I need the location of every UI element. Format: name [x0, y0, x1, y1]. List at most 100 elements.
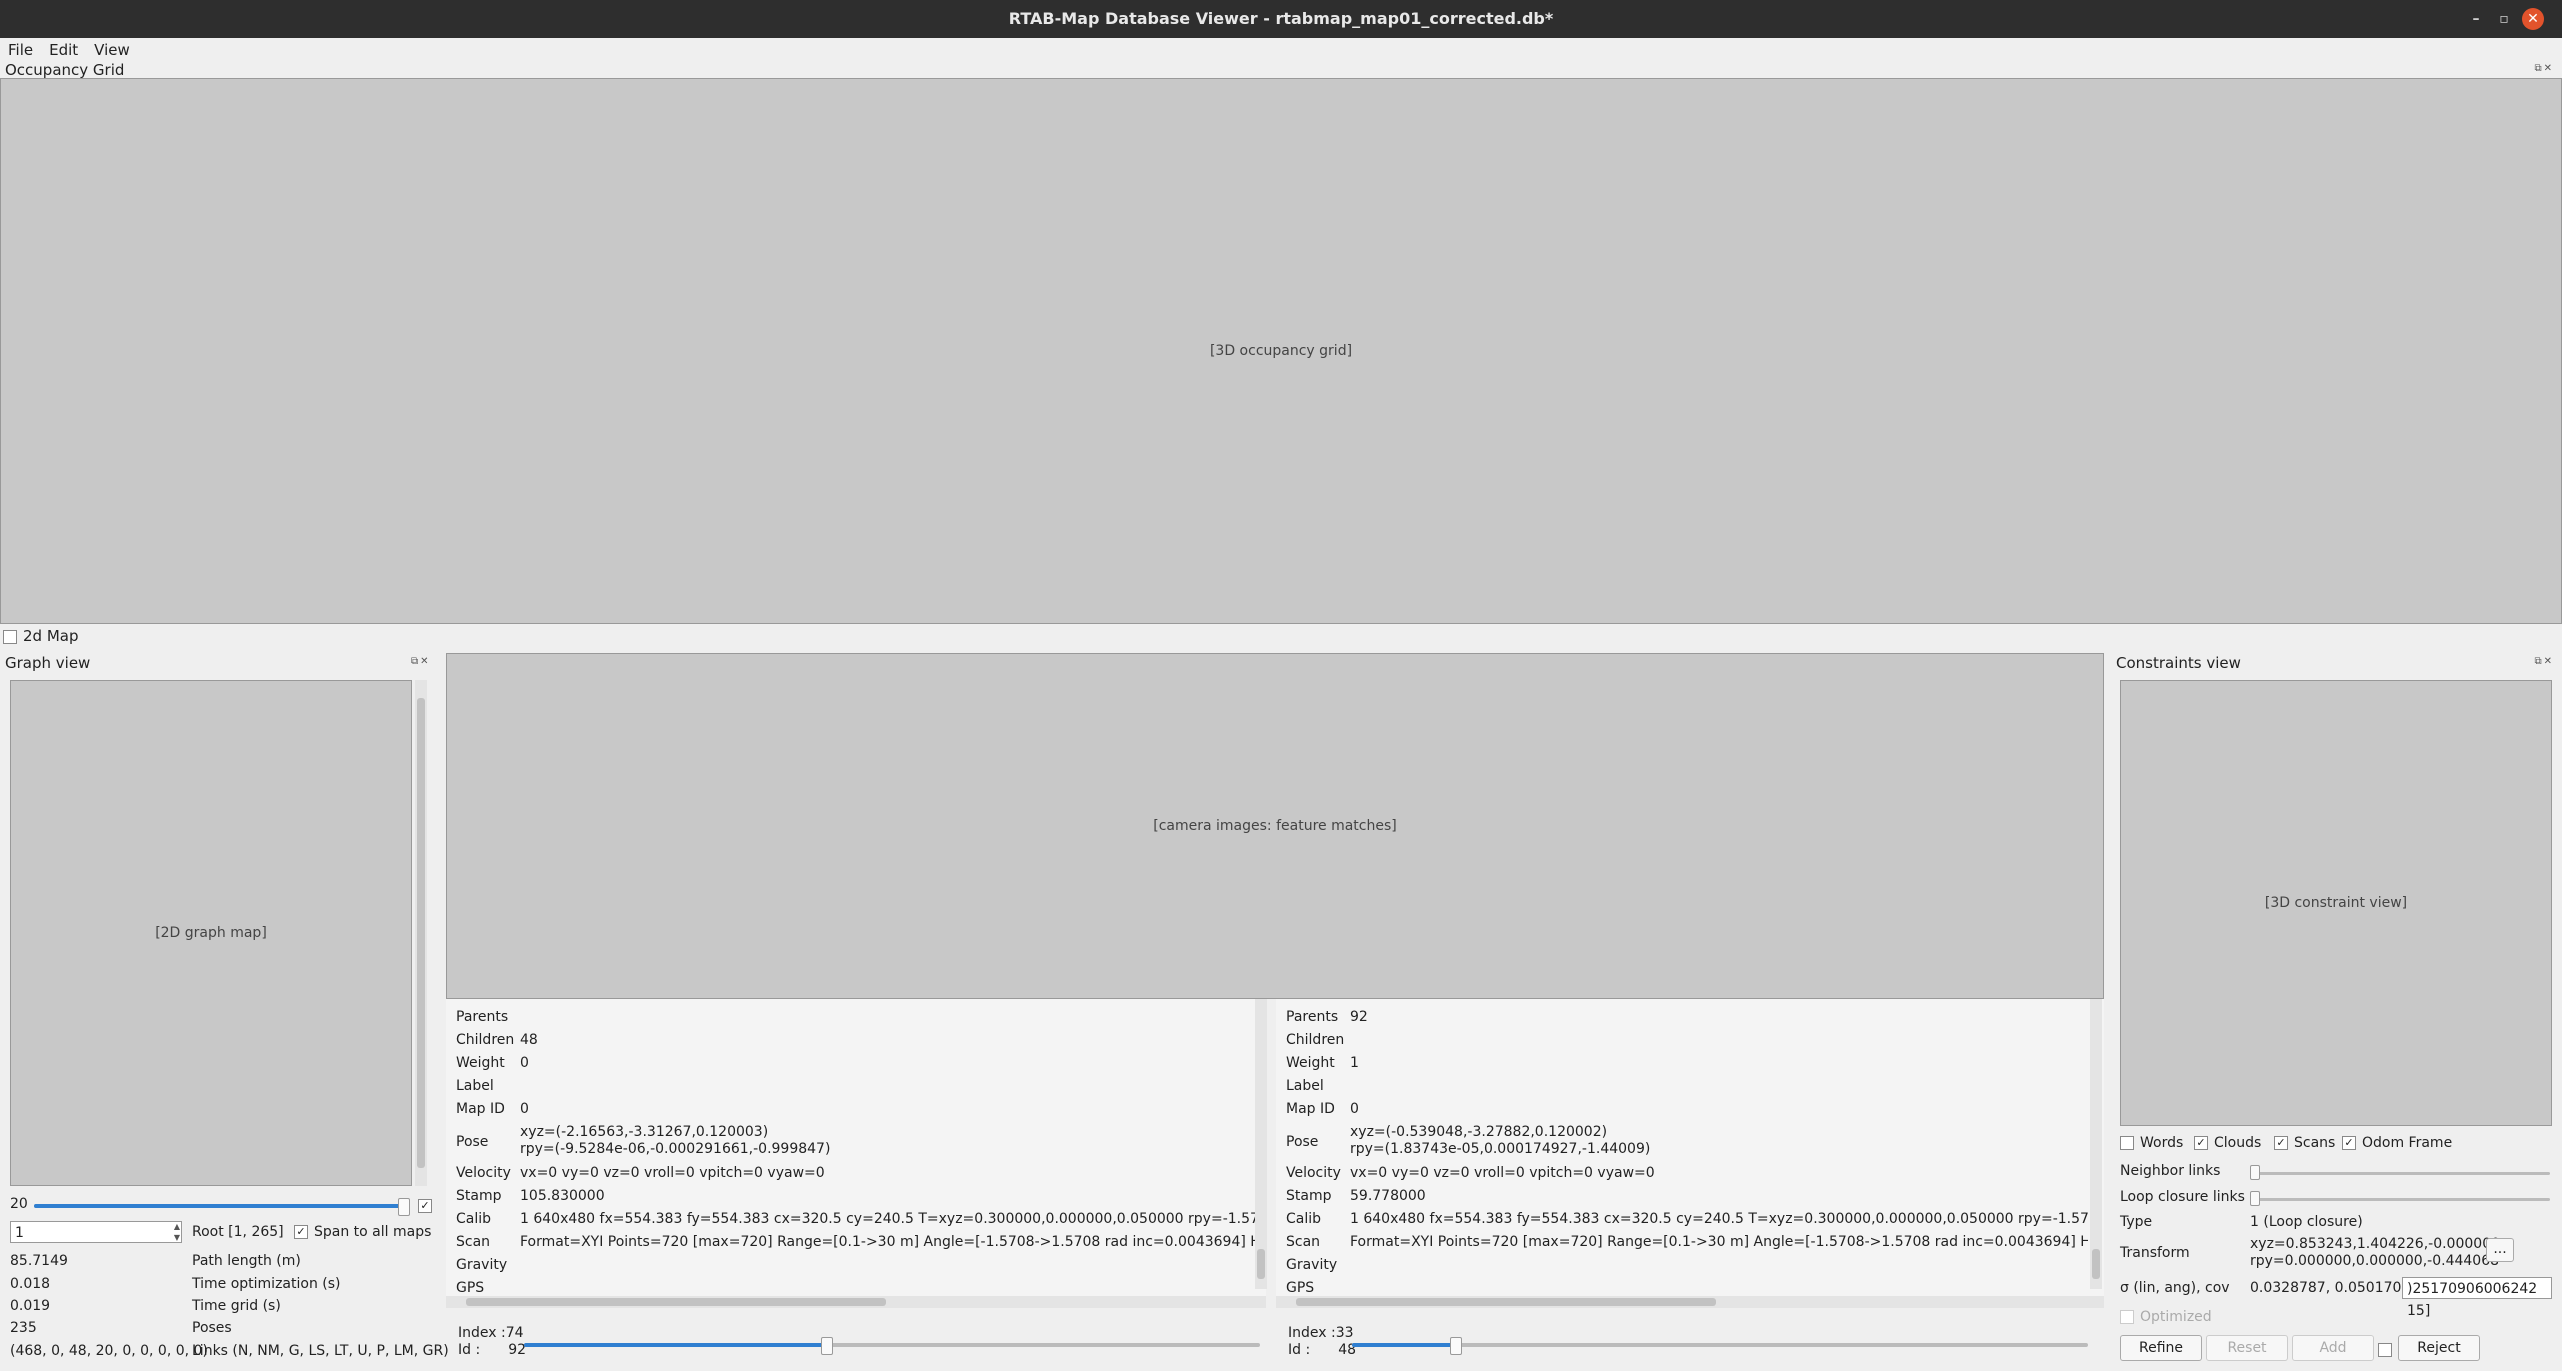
field-label: Map ID	[456, 1101, 505, 1117]
menu-file[interactable]: File	[0, 38, 41, 62]
transform-edit-button[interactable]: ...	[2486, 1238, 2514, 1262]
checkbox-icon[interactable]: ✓	[418, 1198, 432, 1213]
index-label: Index :33	[1288, 1325, 1354, 1341]
scans-checkbox[interactable]: ✓ Scans	[2274, 1135, 2335, 1151]
graph-slider-handle[interactable]	[398, 1198, 410, 1216]
graph-slider-value: 20	[10, 1196, 28, 1212]
maximize-icon[interactable]: ▫	[2496, 11, 2512, 27]
field-value: 1 640x480 fx=554.383 fy=554.383 cx=320.5…	[1350, 1211, 2088, 1227]
right-node-slider[interactable]	[1352, 1343, 2088, 1347]
occupancy-3d-view[interactable]: [3D occupancy grid]	[0, 78, 2562, 624]
field-label: Map ID	[1286, 1101, 1335, 1117]
constraints-3d-view[interactable]: [3D constraint view]	[2120, 680, 2552, 1126]
add-button[interactable]: Add	[2292, 1335, 2374, 1361]
index-value: 33	[1335, 1325, 1354, 1341]
field-label: Calib	[456, 1211, 492, 1227]
refine-button[interactable]: Refine	[2120, 1335, 2202, 1361]
stat-label: Links (N, NM, G, LS, LT, U, P, LM, GR)	[192, 1343, 449, 1359]
checkbox-icon[interactable]: ✓	[294, 1225, 308, 1239]
graph-map-view[interactable]: [2D graph map]	[10, 680, 412, 1186]
graph-slider-check[interactable]: ✓	[418, 1196, 438, 1214]
reset-button[interactable]: Reset	[2206, 1335, 2288, 1361]
dock-buttons-graph[interactable]: ⧉✕	[411, 656, 431, 667]
field-label: Parents	[456, 1009, 509, 1025]
left-slider-handle[interactable]	[821, 1337, 833, 1355]
odom-frame-checkbox[interactable]: ✓ Odom Frame	[2342, 1135, 2452, 1151]
stat-label: Poses	[192, 1320, 232, 1336]
minimize-icon[interactable]: –	[2468, 11, 2484, 27]
transform-xyz: xyz=0.853243,1.404226,-0.000000	[2250, 1236, 2501, 1252]
left-info-hscroll[interactable]	[446, 1296, 1266, 1308]
checkbox-icon[interactable]	[2378, 1342, 2392, 1357]
stat-value: 0.019	[10, 1298, 51, 1314]
loop-links-handle[interactable]	[2250, 1191, 2260, 1206]
checkbox-icon[interactable]: ✓	[2274, 1136, 2288, 1150]
scans-label: Scans	[2294, 1135, 2336, 1151]
menu-bar: File Edit View	[0, 38, 2562, 62]
dock-buttons-constraints[interactable]: ⧉✕	[2534, 656, 2554, 667]
clouds-label: Clouds	[2214, 1135, 2262, 1151]
menu-view[interactable]: View	[86, 38, 138, 62]
menu-edit[interactable]: Edit	[41, 38, 86, 62]
field-label: Weight	[1286, 1055, 1335, 1071]
field-label: Gravity	[456, 1257, 508, 1273]
sigma-label: σ (lin, ang), cov	[2120, 1280, 2230, 1296]
field-label: GPS	[1286, 1280, 1315, 1296]
left-info-vscroll[interactable]	[1255, 999, 1267, 1289]
field-value: 92	[1350, 1009, 1368, 1025]
title-bar: RTAB-Map Database Viewer - rtabmap_map01…	[0, 0, 2562, 38]
checkbox-icon[interactable]: ✓	[2194, 1136, 2208, 1150]
checkbox-icon[interactable]	[2120, 1310, 2134, 1324]
occupancy-grid-title: Occupancy Grid	[5, 61, 125, 79]
loop-links-slider[interactable]	[2254, 1198, 2550, 1201]
transform-rpy: rpy=0.000000,0.000000,-0.444068	[2250, 1253, 2500, 1269]
id-label: Id :92	[458, 1342, 526, 1358]
field-value: 105.830000	[520, 1188, 605, 1204]
words-checkbox[interactable]: Words	[2120, 1135, 2183, 1151]
left-slider-fill	[524, 1343, 826, 1347]
dock-buttons[interactable]: ⧉✕	[2534, 63, 2554, 74]
field-label: Calib	[1286, 1211, 1322, 1227]
field-label: Weight	[456, 1055, 505, 1071]
field-value: vx=0 vy=0 vz=0 vroll=0 vpitch=0 vyaw=0	[520, 1165, 825, 1181]
stat-value: (468, 0, 48, 20, 0, 0, 0, 0, 0)	[10, 1343, 208, 1359]
index-value: 74	[505, 1325, 524, 1341]
checkbox-icon[interactable]: ✓	[2342, 1136, 2356, 1150]
link-checkbox[interactable]	[2378, 1340, 2398, 1358]
clouds-checkbox[interactable]: ✓ Clouds	[2194, 1135, 2261, 1151]
spinbox-arrows-icon[interactable]: ▲ ▼	[172, 1221, 182, 1243]
loop-links-label: Loop closure links	[2120, 1189, 2245, 1205]
field-label: Velocity	[456, 1165, 511, 1181]
reject-button[interactable]: Reject	[2398, 1335, 2480, 1361]
field-value: 0	[520, 1101, 529, 1117]
optimized-checkbox[interactable]: Optimized	[2120, 1309, 2212, 1325]
right-info-hscroll[interactable]	[1276, 1296, 2104, 1308]
pose-xyz: xyz=(-0.539048,-3.27882,0.120002)	[1350, 1124, 1608, 1140]
id-label-text: Id :	[1288, 1342, 1311, 1358]
field-label: Scan	[456, 1234, 491, 1250]
right-info-vscroll[interactable]	[2090, 999, 2102, 1289]
covariance-field[interactable]: )25170906006242​15]	[2402, 1277, 2552, 1319]
field-value: Format=XYI Points=720 [max=720] Range=[0…	[520, 1234, 1255, 1250]
close-icon[interactable]: ✕	[2522, 8, 2544, 30]
index-label-text: Index :	[458, 1325, 506, 1341]
neighbor-links-handle[interactable]	[2250, 1165, 2260, 1180]
right-slider-handle[interactable]	[1450, 1337, 1462, 1355]
sigma-value: 0.0328787, 0.0501706	[2250, 1280, 2411, 1296]
span-all-maps-checkbox[interactable]: ✓ Span to all maps	[294, 1224, 431, 1240]
pose-xyz: xyz=(-2.16563,-3.31267,0.120003)	[520, 1124, 769, 1140]
2d-map-checkbox[interactable]: 2d Map	[3, 627, 79, 645]
field-label: Pose	[456, 1134, 489, 1150]
checkbox-icon[interactable]	[2120, 1136, 2134, 1150]
graph-view-title: Graph view	[5, 654, 91, 672]
window-title: RTAB-Map Database Viewer - rtabmap_map01…	[1008, 9, 1554, 28]
neighbor-links-slider[interactable]	[2254, 1172, 2550, 1175]
root-label: Root [1, 265]	[192, 1224, 284, 1240]
feature-matching-images[interactable]: [camera images: feature matches]	[446, 653, 2104, 999]
checkbox-icon[interactable]	[3, 629, 17, 644]
root-input[interactable]: 1	[10, 1221, 182, 1243]
field-label: Stamp	[456, 1188, 502, 1204]
graph-vscroll[interactable]	[415, 680, 427, 1186]
field-label: Velocity	[1286, 1165, 1341, 1181]
right-slider-fill	[1352, 1343, 1455, 1347]
